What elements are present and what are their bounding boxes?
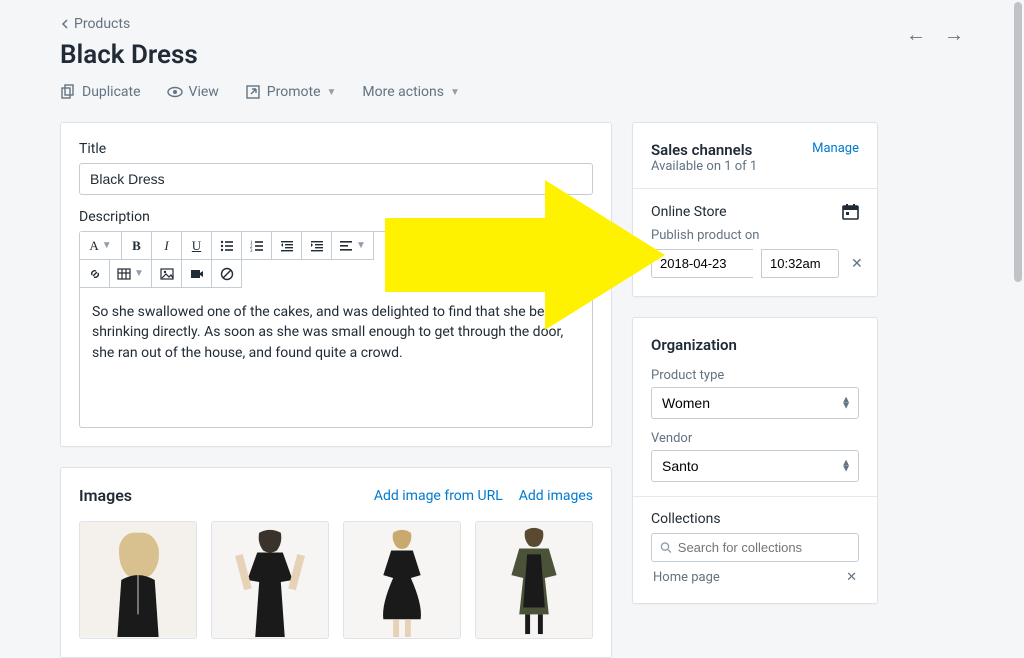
collections-label: Collections	[651, 511, 859, 527]
vendor-label: Vendor	[651, 431, 859, 446]
page-title: Black Dress	[60, 40, 198, 70]
clear-format-button[interactable]	[212, 260, 242, 288]
vendor-select[interactable]	[651, 450, 859, 482]
manage-link[interactable]: Manage	[812, 141, 859, 156]
prev-arrow[interactable]: ←	[906, 22, 926, 47]
product-image-3[interactable]	[343, 521, 461, 639]
chevron-down-icon: ▼	[327, 87, 337, 98]
rich-text-toolbar: A▼ B I U 123 ▼ ▼	[79, 231, 593, 288]
font-dropdown[interactable]: A▼	[80, 232, 122, 260]
sales-channels-subtext: Available on 1 of 1	[651, 159, 757, 174]
video-button[interactable]	[182, 260, 212, 288]
svg-text:3: 3	[250, 249, 253, 253]
images-card: Images Add image from URL Add images	[60, 467, 612, 658]
images-heading: Images	[79, 486, 132, 505]
publish-time-input[interactable]	[761, 249, 839, 278]
next-arrow[interactable]: →	[944, 22, 964, 47]
image-button[interactable]	[152, 260, 182, 288]
more-actions-button[interactable]: More actions ▼	[362, 84, 460, 100]
promote-button[interactable]: Promote ▼	[245, 84, 337, 100]
duplicate-icon	[60, 84, 76, 100]
duplicate-button[interactable]: Duplicate	[60, 84, 141, 100]
numbered-list-button[interactable]: 123	[242, 232, 272, 260]
sales-channels-card: Sales channels Available on 1 of 1 Manag…	[632, 122, 878, 297]
collection-tag: Home page	[653, 570, 720, 585]
outdent-button[interactable]	[272, 232, 302, 260]
chevron-down-icon: ▼	[450, 87, 460, 98]
channel-name: Online Store	[651, 204, 727, 220]
align-dropdown[interactable]: ▼	[332, 232, 374, 260]
publish-label: Publish product on	[651, 228, 859, 243]
chevron-left-icon	[60, 19, 70, 29]
clear-date-button[interactable]: ✕	[851, 256, 863, 272]
promote-icon	[245, 84, 261, 100]
product-type-select[interactable]	[651, 387, 859, 419]
description-editor[interactable]: So she swallowed one of the cakes, and w…	[79, 288, 593, 428]
breadcrumb-products[interactable]: Products	[60, 16, 198, 32]
description-label: Description	[79, 209, 593, 225]
collections-search[interactable]	[651, 533, 859, 562]
bullet-list-button[interactable]	[212, 232, 242, 260]
underline-button[interactable]: U	[182, 232, 212, 260]
publish-date-input[interactable]	[651, 249, 753, 278]
select-caret-icon: ▲▼	[841, 461, 851, 472]
table-dropdown[interactable]: ▼	[110, 260, 152, 288]
add-image-url-link[interactable]: Add image from URL	[374, 488, 503, 504]
view-button[interactable]: View	[167, 84, 219, 100]
collections-search-input[interactable]	[678, 540, 850, 555]
italic-button[interactable]: I	[152, 232, 182, 260]
add-images-link[interactable]: Add images	[519, 488, 593, 504]
title-description-card: Title Description A▼ B I U 123 ▼	[60, 122, 612, 447]
title-input[interactable]	[79, 163, 593, 195]
product-image-1[interactable]	[79, 521, 197, 639]
page-scrollbar[interactable]	[1014, 2, 1022, 282]
bold-button[interactable]: B	[122, 232, 152, 260]
eye-icon	[167, 84, 183, 100]
breadcrumb-label: Products	[74, 16, 130, 32]
remove-collection-button[interactable]: ✕	[846, 570, 857, 585]
product-image-4[interactable]	[475, 521, 593, 639]
product-image-2[interactable]	[211, 521, 329, 639]
organization-card: Organization Product type ▲▼ Vendor ▲▼ C…	[632, 317, 878, 604]
link-button[interactable]	[80, 260, 110, 288]
calendar-icon[interactable]	[842, 203, 859, 220]
sales-channels-heading: Sales channels	[651, 141, 757, 159]
title-label: Title	[79, 141, 593, 157]
select-caret-icon: ▲▼	[841, 398, 851, 409]
product-type-label: Product type	[651, 368, 859, 383]
search-icon	[660, 541, 672, 554]
indent-button[interactable]	[302, 232, 332, 260]
organization-heading: Organization	[651, 336, 859, 354]
